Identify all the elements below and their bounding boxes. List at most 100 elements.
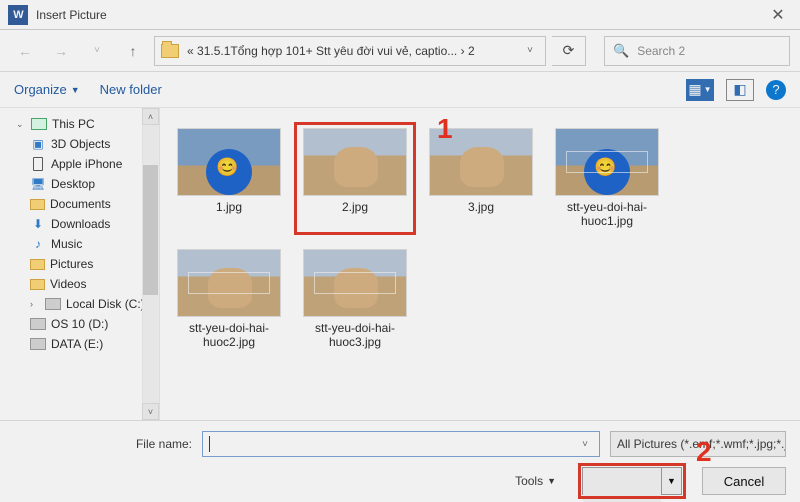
annotation-marker-1: 1 xyxy=(437,113,453,145)
breadcrumb-item-1[interactable]: 31.5.1Tổng hợp 101+ Stt yêu đời vui vẻ, … xyxy=(197,44,457,58)
tree-downloads[interactable]: ⬇ Downloads xyxy=(6,214,159,234)
forward-button[interactable]: → xyxy=(46,36,76,66)
tree-label: Apple iPhone xyxy=(51,157,122,171)
search-input[interactable]: 🔍 Search 2 xyxy=(604,36,790,66)
scrollbar-track[interactable] xyxy=(142,125,159,403)
tree-pictures[interactable]: Pictures xyxy=(6,254,159,274)
pictures-icon xyxy=(30,259,45,270)
pc-icon xyxy=(31,117,47,131)
chevron-down-icon: ▼ xyxy=(547,476,556,486)
tree-desktop[interactable]: 🖥 Desktop xyxy=(6,174,159,194)
file-item[interactable]: 1.jpg xyxy=(170,124,288,233)
insert-split-button[interactable]: Insert ▼ xyxy=(582,467,682,495)
file-name: stt-yeu-doi-hai-huoc1.jpg xyxy=(552,200,662,229)
tree-3d-objects[interactable]: ▣ 3D Objects xyxy=(6,134,159,154)
file-item[interactable]: stt-yeu-doi-hai-huoc3.jpg xyxy=(296,245,414,354)
breadcrumb[interactable]: « 31.5.1Tổng hợp 101+ Stt yêu đời vui vẻ… xyxy=(187,44,513,58)
file-name: 1.jpg xyxy=(216,200,242,214)
tools-label: Tools xyxy=(515,474,543,488)
close-button[interactable]: ✕ xyxy=(764,5,792,25)
tree-label: DATA (E:) xyxy=(51,337,103,351)
tree-data-e[interactable]: DATA (E:) xyxy=(6,334,159,354)
refresh-button[interactable]: ⟳ xyxy=(552,36,586,66)
caret-icon[interactable]: › xyxy=(30,299,40,309)
download-icon: ⬇ xyxy=(30,217,46,231)
tree-videos[interactable]: Videos xyxy=(6,274,159,294)
cancel-button[interactable]: Cancel xyxy=(702,467,786,495)
word-app-icon: W xyxy=(8,5,28,25)
tree-label: Downloads xyxy=(51,217,110,231)
text-cursor xyxy=(209,436,210,452)
search-icon: 🔍 xyxy=(613,43,629,59)
file-name: 3.jpg xyxy=(468,200,494,214)
phone-icon xyxy=(30,157,46,171)
new-folder-button[interactable]: New folder xyxy=(100,82,162,97)
up-button[interactable]: ↑ xyxy=(118,36,148,66)
help-button[interactable]: ? xyxy=(766,80,786,100)
file-item[interactable]: stt-yeu-doi-hai-huoc2.jpg xyxy=(170,245,288,354)
back-button[interactable]: ← xyxy=(10,36,40,66)
disk-icon xyxy=(30,337,46,351)
music-icon: ♪ xyxy=(30,237,46,251)
folder-icon xyxy=(30,199,45,210)
disk-icon xyxy=(30,317,46,331)
thumbnail xyxy=(555,128,659,196)
tree-label: Local Disk (C:) xyxy=(66,297,145,311)
scroll-down-button[interactable]: ˅ xyxy=(142,403,159,420)
tree-label: Documents xyxy=(50,197,111,211)
tree-os10-d[interactable]: OS 10 (D:) xyxy=(6,314,159,334)
organize-button[interactable]: Organize ▼ xyxy=(14,82,80,97)
tree-music[interactable]: ♪ Music xyxy=(6,234,159,254)
disk-icon xyxy=(45,297,61,311)
tree-label: 3D Objects xyxy=(51,137,110,151)
tree-this-pc[interactable]: ⌄ This PC xyxy=(6,114,159,134)
caret-icon[interactable]: ⌄ xyxy=(16,119,26,130)
tree-label: Music xyxy=(51,237,82,251)
cube-icon: ▣ xyxy=(30,137,46,151)
file-name-input[interactable]: ˅ xyxy=(202,431,600,457)
tree-local-disk-c[interactable]: › Local Disk (C:) xyxy=(6,294,159,314)
tree-label: OS 10 (D:) xyxy=(51,317,108,331)
insert-button[interactable]: Insert xyxy=(583,468,661,502)
thumbnail xyxy=(177,128,281,196)
view-mode-button[interactable]: ▦▼ xyxy=(686,79,714,101)
breadcrumb-item-2[interactable]: 2 xyxy=(468,44,475,58)
sidebar-tree: ˄ ˅ ⌄ This PC ▣ 3D Objects Apple iPhone 🖥 D… xyxy=(0,108,160,420)
breadcrumb-prefix: « xyxy=(187,44,194,58)
file-item[interactable]: stt-yeu-doi-hai-huoc1.jpg xyxy=(548,124,666,233)
chevron-down-icon: ▼ xyxy=(71,85,80,95)
bottom-panel: File name: ˅ All Pictures (*.emf;*.wmf;*… xyxy=(0,420,800,502)
folder-icon xyxy=(161,44,179,58)
file-name: 2.jpg xyxy=(342,200,368,214)
file-item-selected[interactable]: 2.jpg xyxy=(296,124,414,233)
window-title: Insert Picture xyxy=(36,8,107,22)
scrollbar-thumb[interactable] xyxy=(143,165,158,295)
chevron-down-icon[interactable]: ˅ xyxy=(577,439,593,450)
recent-dropdown[interactable]: ˅ xyxy=(82,36,112,66)
thumbnail xyxy=(177,249,281,317)
preview-pane-button[interactable]: ◧ xyxy=(726,79,754,101)
search-placeholder: Search 2 xyxy=(637,44,685,58)
main-area: ˄ ˅ ⌄ This PC ▣ 3D Objects Apple iPhone 🖥 D… xyxy=(0,108,800,420)
scroll-up-button[interactable]: ˄ xyxy=(142,108,159,125)
annotation-marker-2: 2 xyxy=(696,436,712,468)
nav-bar: ← → ˅ ↑ « 31.5.1Tổng hợp 101+ Stt yêu đờ… xyxy=(0,30,800,72)
address-bar[interactable]: « 31.5.1Tổng hợp 101+ Stt yêu đời vui vẻ… xyxy=(154,36,546,66)
desktop-icon: 🖥 xyxy=(30,177,46,191)
tree-label: This PC xyxy=(52,117,95,131)
thumbnail xyxy=(303,128,407,196)
tree-label: Pictures xyxy=(50,257,93,271)
insert-dropdown[interactable]: ▼ xyxy=(661,468,681,494)
breadcrumb-sep: › xyxy=(461,44,465,58)
organize-label: Organize xyxy=(14,82,67,97)
tree-apple-iphone[interactable]: Apple iPhone xyxy=(6,154,159,174)
new-folder-label: New folder xyxy=(100,82,162,97)
file-name-label: File name: xyxy=(14,437,192,451)
address-dropdown-icon[interactable]: ˅ xyxy=(521,45,539,56)
tree-documents[interactable]: Documents xyxy=(6,194,159,214)
toolbar: Organize ▼ New folder ▦▼ ◧ ? xyxy=(0,72,800,108)
tools-button[interactable]: Tools ▼ xyxy=(515,474,556,488)
thumbnail xyxy=(303,249,407,317)
file-grid[interactable]: 1.jpg 2.jpg 3.jpg stt-yeu-doi-hai-huoc1.… xyxy=(160,108,800,420)
tree-label: Desktop xyxy=(51,177,95,191)
